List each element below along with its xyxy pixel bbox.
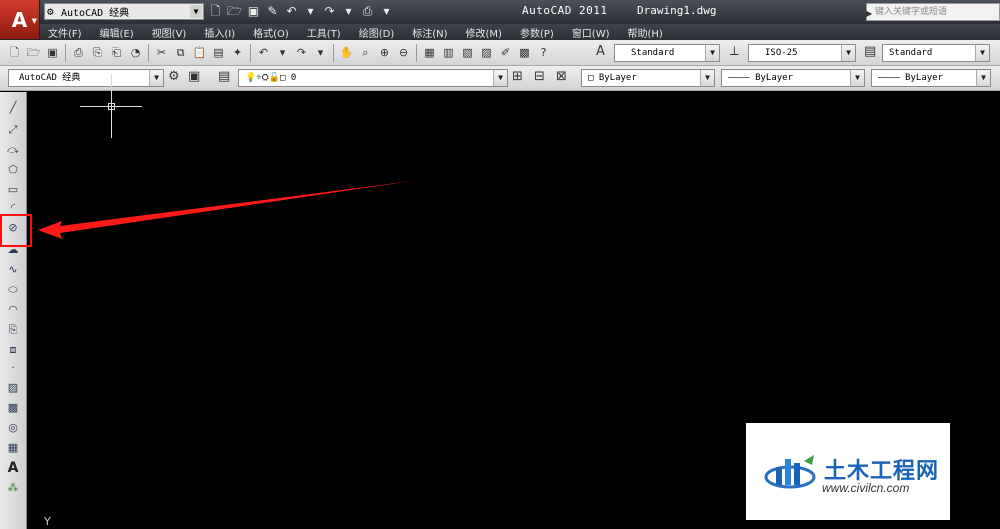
draw-toolbar: ╱ ⤢ ⤼ ⬠ ▭ ◜ ⊘ ☁ ∿ ⬭ ◠ ⎘ ⧈ · ▨ ▩ ◎ ▦ A ⁂ — [0, 92, 27, 529]
autocad-window: A ▼ ⚙ AutoCAD 经典 ▼ 🗋 🗁 ▣ ✎ ↶ ▾ ↷ ▾ ⎙ ▾ A… — [0, 0, 1000, 529]
add-selected-icon[interactable]: ⁂ — [4, 480, 22, 496]
civilcn-logo-icon — [764, 455, 816, 489]
application-menu-button[interactable]: A ▼ — [0, 0, 40, 40]
chevron-down-icon: ▼ — [31, 17, 37, 25]
watermark-url: www.civilcn.com — [822, 481, 910, 495]
autocad-logo-icon: A — [11, 7, 28, 32]
red-arrow-icon — [38, 181, 412, 239]
hatch-icon[interactable]: ▨ — [4, 380, 22, 396]
region-icon[interactable]: ◎ — [4, 420, 22, 436]
spline-icon[interactable]: ∿ — [4, 262, 22, 278]
construction-line-icon[interactable]: ⤢ — [4, 122, 22, 138]
ellipse-arc-icon[interactable]: ◠ — [4, 302, 22, 318]
ellipse-icon[interactable]: ⬭ — [4, 282, 22, 298]
multiline-text-icon[interactable]: A — [4, 460, 22, 476]
polyline-icon[interactable]: ⤼ — [4, 142, 22, 158]
ucs-icon: Y — [44, 515, 51, 528]
line-icon[interactable]: ╱ — [4, 100, 22, 116]
polygon-icon[interactable]: ⬠ — [4, 162, 22, 178]
table-icon[interactable]: ▦ — [4, 440, 22, 456]
rectangle-icon[interactable]: ▭ — [4, 182, 22, 198]
highlight-box — [0, 214, 32, 247]
make-block-icon[interactable]: ⧈ — [4, 342, 22, 358]
point-icon[interactable]: · — [4, 360, 22, 376]
gradient-icon[interactable]: ▩ — [4, 400, 22, 416]
watermark: 土木工程网 www.civilcn.com — [746, 423, 950, 520]
insert-block-icon[interactable]: ⎘ — [4, 322, 22, 338]
